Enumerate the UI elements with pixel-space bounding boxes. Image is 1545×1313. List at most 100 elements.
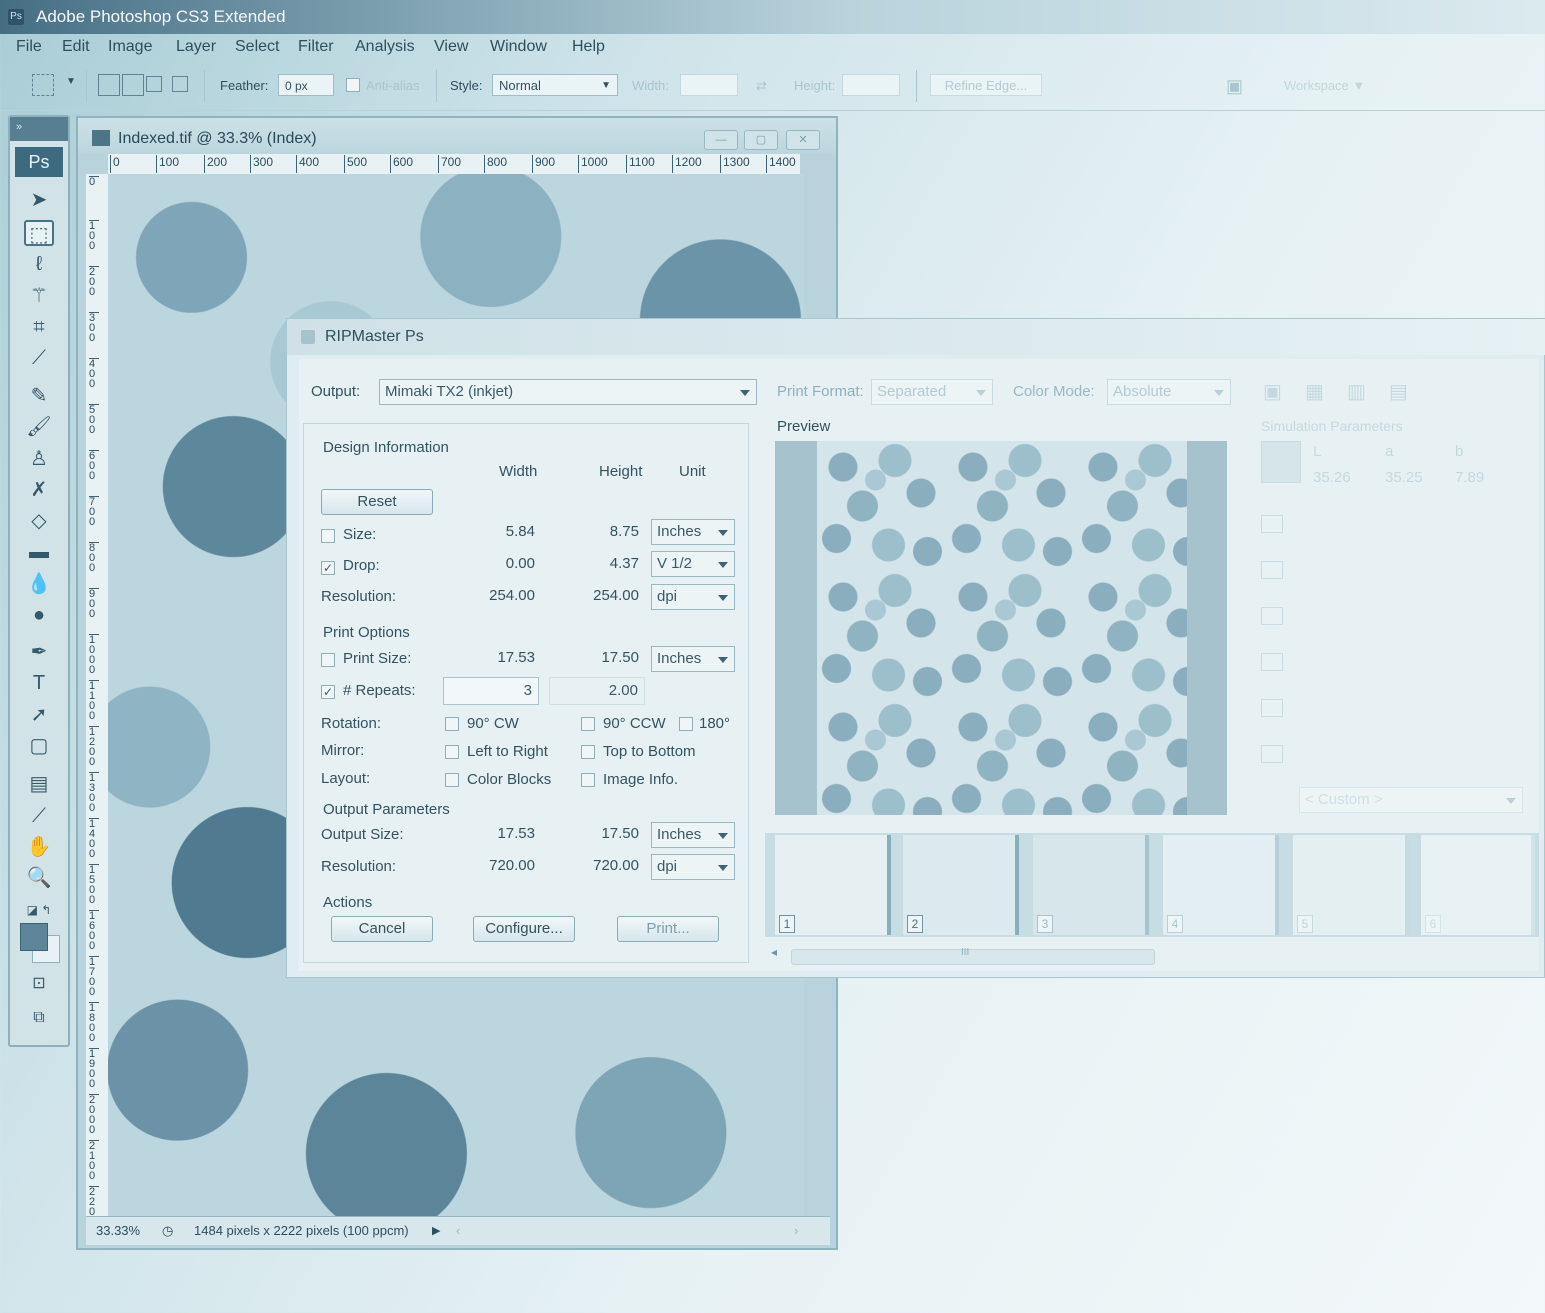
crop-tool-icon[interactable]: ⌗ [24,314,54,340]
menu-window[interactable]: Window [490,38,547,56]
sim-option-checkbox[interactable] [1261,745,1283,763]
type-tool-icon[interactable]: T [24,670,54,696]
minimize-button[interactable]: — [704,130,738,150]
menu-file[interactable]: File [16,38,42,56]
size-checkbox[interactable] [321,529,335,543]
page-thumbnail[interactable]: 3 [1033,835,1149,935]
menu-select[interactable]: Select [235,38,279,56]
menu-filter[interactable]: Filter [298,38,334,56]
menu-view[interactable]: View [434,38,468,56]
sim-option-checkbox[interactable] [1261,607,1283,625]
rotate-180-checkbox[interactable] [679,717,693,731]
menu-image[interactable]: Image [108,38,152,56]
bridge-icon[interactable]: ▣ [1226,76,1243,97]
zoom-level[interactable]: 33.33% [96,1223,140,1238]
magic-wand-tool-icon[interactable]: ⚚ [24,283,54,309]
menu-edit[interactable]: Edit [62,38,90,56]
close-button[interactable]: ✕ [786,130,820,150]
new-selection-icon[interactable] [98,74,120,96]
design-res-unit-select[interactable]: dpi [651,584,735,610]
sim-option-checkbox[interactable] [1261,515,1283,533]
add-selection-icon[interactable] [122,74,144,96]
gradient-tool-icon[interactable]: ▬ [24,539,54,565]
view-mode-icon-3[interactable]: ▥ [1347,379,1366,404]
eyedropper-tool-icon[interactable]: ⟋ [24,803,54,829]
sim-option-checkbox[interactable] [1261,699,1283,717]
blur-tool-icon[interactable]: 💧 [24,571,54,597]
sim-option-checkbox[interactable] [1261,561,1283,579]
pen-tool-icon[interactable]: ✒ [24,639,54,665]
shape-tool-icon[interactable]: ▢ [24,733,54,759]
scroll-right-icon[interactable]: › [794,1223,798,1238]
color-mode-select[interactable]: Absolute [1107,379,1231,405]
status-options-icon[interactable]: ◷ [162,1223,173,1239]
lasso-tool-icon[interactable]: ℓ [24,251,54,277]
intersect-selection-icon[interactable] [172,76,188,92]
sim-option-checkbox[interactable] [1261,653,1283,671]
rotate-90cw-checkbox[interactable] [445,717,459,731]
scroll-left-icon[interactable]: ‹ [456,1223,460,1238]
reset-button[interactable]: Reset [321,489,433,515]
brush-tool-icon[interactable]: 🖌 [24,414,54,440]
size-unit-select[interactable]: Inches [651,519,735,545]
menu-layer[interactable]: Layer [176,38,216,56]
repeats-width-input[interactable]: 3 [443,677,539,705]
mirror-tb-checkbox[interactable] [581,745,595,759]
history-brush-tool-icon[interactable]: ✗ [24,477,54,503]
quick-mask-icon[interactable]: ⊡ [24,971,54,997]
page-thumbnail[interactable]: 2 [903,835,1019,935]
image-info-checkbox[interactable] [581,773,595,787]
foreground-color-swatch[interactable] [20,923,48,951]
eraser-tool-icon[interactable]: ◇ [24,508,54,534]
page-thumbnail[interactable]: 4 [1163,835,1279,935]
rect-marquee-tool-icon[interactable]: ⬚ [24,220,54,246]
thumbnail-scrollbar[interactable]: ◂ III [765,945,1539,965]
print-size-unit-select[interactable]: Inches [651,646,735,672]
notes-tool-icon[interactable]: ▤ [24,771,54,797]
page-thumbnail[interactable]: 6 [1421,835,1535,935]
simulation-preset-select[interactable]: < Custom > [1299,787,1523,813]
menu-analysis[interactable]: Analysis [355,38,415,56]
cancel-button[interactable]: Cancel [331,916,433,942]
print-format-select[interactable]: Separated [871,379,993,405]
drop-type-select[interactable]: V 1/2 [651,551,735,577]
zoom-tool-icon[interactable]: 🔍 [24,865,54,891]
output-size-unit-select[interactable]: Inches [651,822,735,848]
document-titlebar[interactable]: Indexed.tif @ 33.3% (Index) — ▢ ✕ [78,118,836,154]
menu-help[interactable]: Help [572,38,605,56]
mirror-lr-checkbox[interactable] [445,745,459,759]
screen-mode-icon[interactable]: ⧉ [24,1005,54,1031]
repeats-height-input[interactable]: 2.00 [549,677,645,705]
output-select[interactable]: Mimaki TX2 (inkjet) [379,379,757,405]
style-select[interactable]: Normal ▼ [492,74,618,96]
print-size-checkbox[interactable] [321,653,335,667]
page-thumbnail[interactable]: 1 [775,835,891,935]
view-mode-icon-4[interactable]: ▤ [1389,379,1408,404]
scroll-left-icon[interactable]: ◂ [771,945,777,959]
workspace-menu[interactable]: Workspace ▼ [1284,78,1365,93]
maximize-button[interactable]: ▢ [744,130,778,150]
stamp-tool-icon[interactable]: ♙ [24,446,54,472]
width-input[interactable] [680,74,738,96]
configure-button[interactable]: Configure... [473,916,575,942]
tool-preset-arrow-icon[interactable]: ▼ [66,76,76,87]
move-tool-icon[interactable]: ➤ [24,187,54,213]
slice-tool-icon[interactable]: ⟋ [24,345,54,371]
refine-edge-button[interactable]: Refine Edge... [930,74,1042,96]
swap-icon[interactable]: ⇄ [756,78,767,94]
marquee-tool-icon[interactable] [32,74,54,96]
subtract-selection-icon[interactable] [146,76,162,92]
swap-colors-icon[interactable]: ◪ ↰ [24,897,54,923]
status-menu-arrow-icon[interactable]: ▶ [432,1224,440,1237]
view-mode-icon-1[interactable]: ▣ [1263,379,1282,404]
dodge-tool-icon[interactable]: ● [24,602,54,628]
color-blocks-checkbox[interactable] [445,773,459,787]
feather-input[interactable]: 0 px [278,74,334,96]
hand-tool-icon[interactable]: ✋ [24,834,54,860]
healing-brush-tool-icon[interactable]: ✎ [24,383,54,409]
antialias-checkbox[interactable] [346,78,360,92]
print-button[interactable]: Print... [617,916,719,942]
toolbox-header[interactable]: » [10,117,68,141]
drop-checkbox[interactable]: ✓ [321,561,335,575]
scroll-thumb[interactable] [791,949,1155,965]
